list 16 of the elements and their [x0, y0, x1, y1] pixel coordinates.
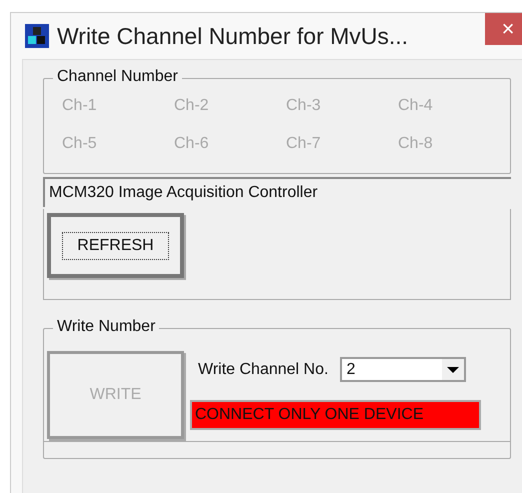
channel-select[interactable]: 2 [340, 357, 466, 382]
refresh-button[interactable]: REFRESH [47, 213, 184, 278]
close-button[interactable]: × [485, 13, 522, 45]
channel-label: Ch-4 [398, 97, 434, 115]
channel-label: Ch-2 [174, 97, 210, 115]
channel-label: Ch-3 [286, 97, 322, 115]
cubes-icon [25, 24, 49, 48]
device-name-field: MCM320 Image Acquisition Controller [43, 177, 511, 207]
channel-label: Ch-7 [286, 135, 322, 153]
window-title: Write Channel Number for MvUs... [57, 22, 410, 50]
channel-label: Ch-6 [174, 135, 210, 153]
channel-select-label: Write Channel No. [198, 360, 328, 378]
status-message: CONNECT ONLY ONE DEVICE [190, 400, 481, 430]
channel-label: Ch-5 [62, 135, 98, 153]
channel-label: Ch-1 [62, 97, 98, 115]
channel-label: Ch-8 [398, 135, 434, 153]
